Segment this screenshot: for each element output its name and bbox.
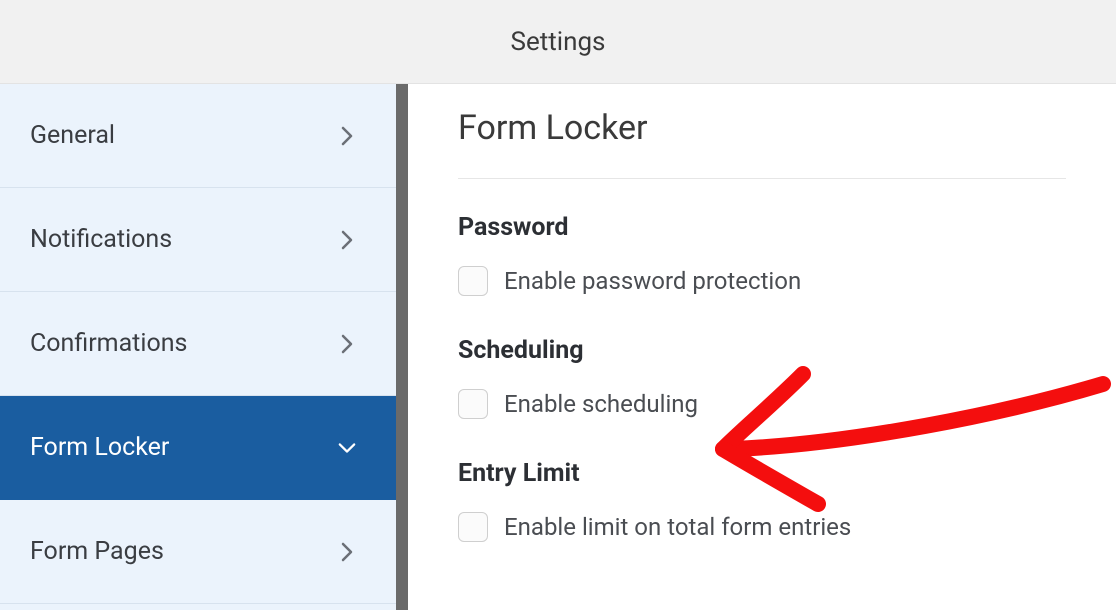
page-header-title: Settings	[511, 27, 606, 57]
sidebar-item-label: Notifications	[30, 225, 172, 254]
sidebar-item-label: Form Pages	[30, 537, 164, 566]
section-scheduling: Scheduling Enable scheduling	[458, 336, 1066, 419]
section-entry-limit: Entry Limit Enable limit on total form e…	[458, 459, 1066, 542]
sidebar-item-notifications[interactable]: Notifications	[0, 188, 396, 292]
section-password: Password Enable password protection	[458, 213, 1066, 296]
header: Settings	[0, 0, 1116, 84]
checkbox-row-password: Enable password protection	[458, 266, 1066, 296]
sidebar-item-general[interactable]: General	[0, 84, 396, 188]
sidebar-item-label: Form Locker	[30, 433, 169, 462]
sidebar-item-label: Confirmations	[30, 329, 187, 358]
chevron-down-icon	[338, 439, 356, 457]
chevron-right-icon	[338, 335, 356, 353]
body: General Notifications Confirmations Form…	[0, 84, 1116, 610]
main-panel: Form Locker Password Enable password pro…	[408, 84, 1116, 610]
checkbox-row-entry-limit: Enable limit on total form entries	[458, 512, 1066, 542]
checkbox-label[interactable]: Enable limit on total form entries	[504, 513, 851, 541]
sidebar-item-confirmations[interactable]: Confirmations	[0, 292, 396, 396]
sidebar-item-form-locker[interactable]: Form Locker	[0, 396, 396, 500]
sidebar-item-form-pages[interactable]: Form Pages	[0, 500, 396, 604]
chevron-right-icon	[338, 127, 356, 145]
section-heading: Password	[458, 213, 1066, 242]
page-title: Form Locker	[458, 108, 1066, 179]
enable-scheduling-checkbox[interactable]	[458, 389, 488, 419]
section-heading: Scheduling	[458, 336, 1066, 365]
checkbox-label[interactable]: Enable password protection	[504, 267, 801, 295]
section-heading: Entry Limit	[458, 459, 1066, 488]
chevron-right-icon	[338, 231, 356, 249]
enable-entry-limit-checkbox[interactable]	[458, 512, 488, 542]
settings-sidebar: General Notifications Confirmations Form…	[0, 84, 408, 610]
sidebar-item-label: General	[30, 121, 115, 150]
enable-password-protection-checkbox[interactable]	[458, 266, 488, 296]
checkbox-label[interactable]: Enable scheduling	[504, 390, 698, 418]
chevron-right-icon	[338, 543, 356, 561]
checkbox-row-scheduling: Enable scheduling	[458, 389, 1066, 419]
